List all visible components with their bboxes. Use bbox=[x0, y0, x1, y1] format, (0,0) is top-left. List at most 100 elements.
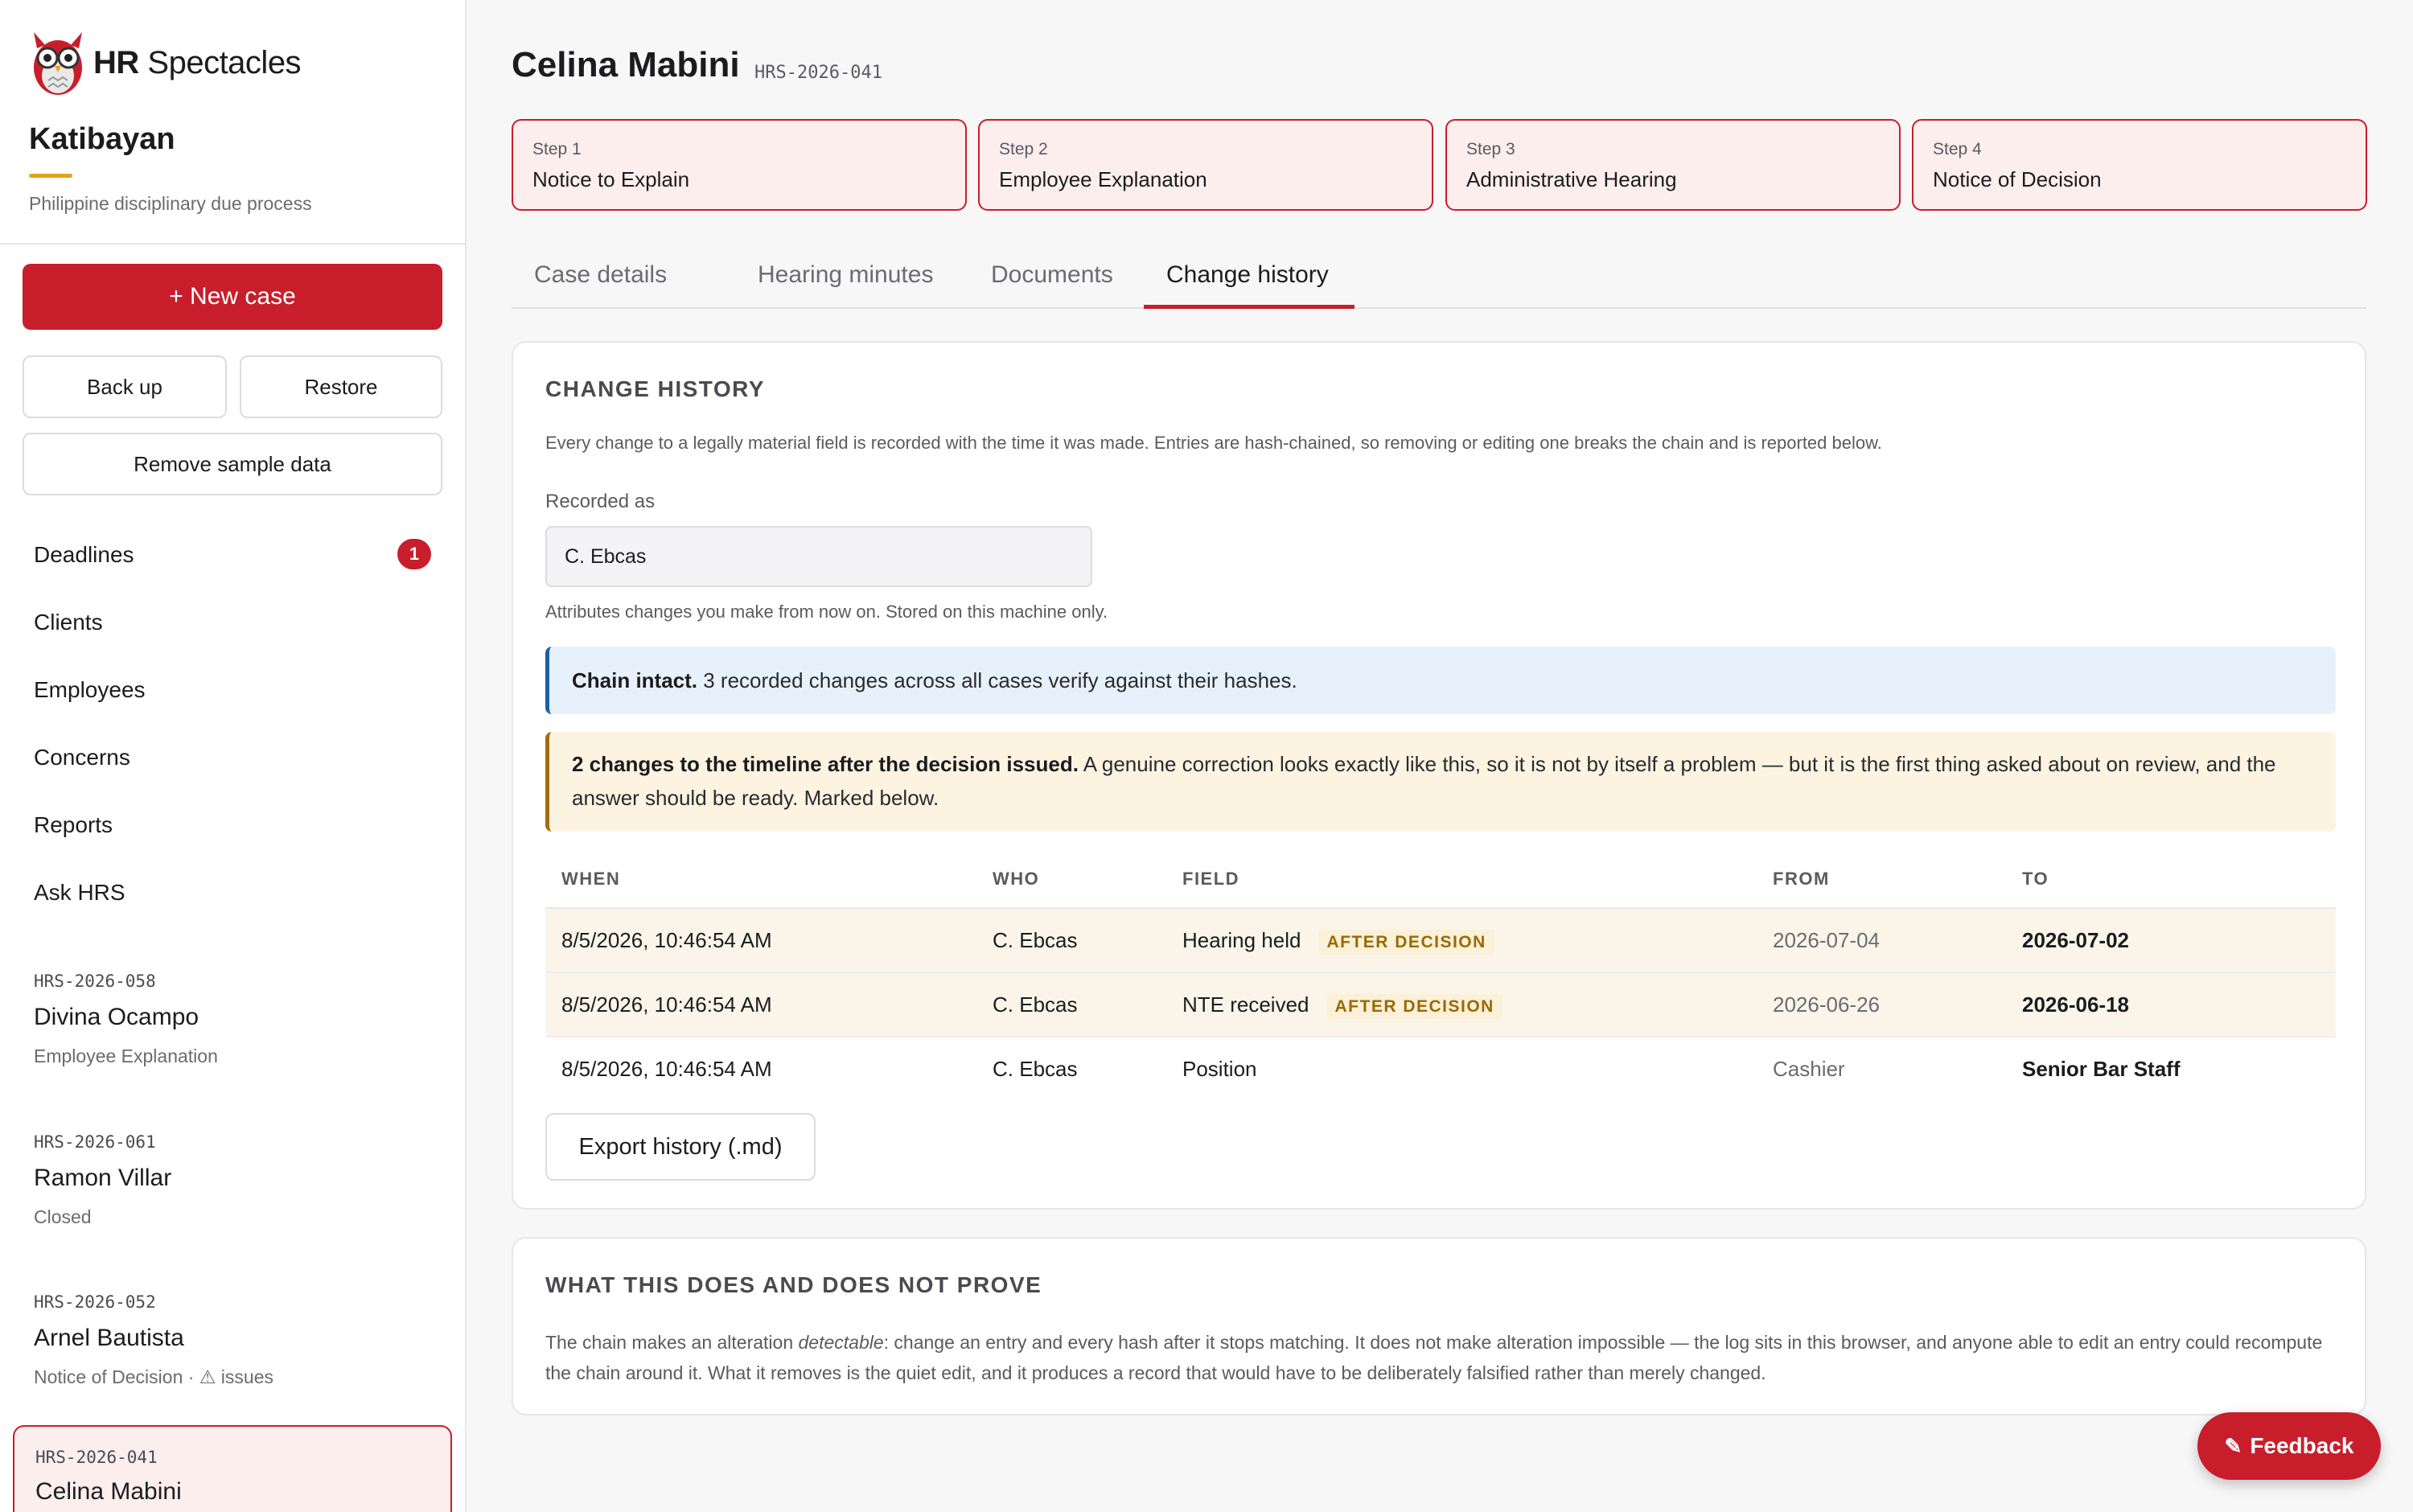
tab-documents[interactable]: Documents bbox=[991, 241, 1113, 309]
case-list-item[interactable]: HRS-2026-052 Arnel Bautista Notice of De… bbox=[13, 1278, 452, 1415]
case-id: HRS-2026-041 bbox=[35, 1448, 158, 1467]
sidebar-item-label: Employees bbox=[34, 677, 146, 702]
cell-to: Senior Bar Staff bbox=[2022, 1057, 2181, 1081]
cell-when: 8/5/2026, 10:46:54 AM bbox=[561, 1057, 772, 1081]
cell-field: Position bbox=[1182, 1057, 1257, 1081]
step-number: Step 2 bbox=[999, 140, 1048, 158]
change-history-card: Change history Every change to a legally… bbox=[512, 341, 2366, 1210]
sidebar-nav: Deadlines 1 Clients Employees Concerns R… bbox=[0, 521, 465, 927]
step-label: Employee Explanation bbox=[999, 167, 1207, 191]
cell-to: 2026-06-18 bbox=[2022, 992, 2129, 1017]
col-who: Who bbox=[993, 869, 1040, 889]
recorded-as-label: Recorded as bbox=[545, 491, 656, 512]
field-name: Hearing held bbox=[1182, 928, 1301, 952]
case-list-item[interactable]: HRS-2026-058 Divina Ocampo Employee Expl… bbox=[13, 957, 452, 1094]
col-to: To bbox=[2022, 869, 2049, 889]
sidebar-item-clients[interactable]: Clients bbox=[0, 589, 465, 656]
cell-when: 8/5/2026, 10:46:54 AM bbox=[561, 992, 772, 1017]
step-1-card[interactable]: Step 1 Notice to Explain bbox=[512, 119, 967, 211]
sidebar-item-reports[interactable]: Reports bbox=[0, 791, 465, 859]
table-row[interactable]: 8/5/2026, 10:46:54 AM C. Ebcas Position … bbox=[545, 1037, 2336, 1102]
restore-button[interactable]: Restore bbox=[240, 355, 442, 418]
case-id: HRS-2026-061 bbox=[34, 1132, 156, 1152]
sidebar-item-label: Ask HRS bbox=[34, 880, 125, 905]
cell-who: C. Ebcas bbox=[993, 1057, 1078, 1081]
brand-name-rest: Spectacles bbox=[138, 44, 302, 80]
remove-sample-data-button[interactable]: Remove sample data bbox=[23, 433, 442, 495]
card-title: Change history bbox=[545, 376, 766, 401]
sidebar-item-label: Concerns bbox=[34, 745, 130, 770]
main-content: Celina Mabini HRS-2026-041 Step 1 Notice… bbox=[468, 0, 2413, 1512]
case-list-item[interactable]: HRS-2026-061 Ramon Villar Closed bbox=[13, 1118, 452, 1255]
sidebar-divider bbox=[0, 243, 465, 244]
sidebar-item-label: Clients bbox=[34, 610, 103, 635]
cell-from: Cashier bbox=[1773, 1057, 1845, 1081]
chain-status-alert: Chain intact. 3 recorded changes across … bbox=[545, 647, 2336, 714]
cell-to: 2026-07-02 bbox=[2022, 928, 2129, 952]
tab-case-details[interactable]: Case details bbox=[534, 241, 667, 309]
cell-who: C. Ebcas bbox=[993, 992, 1078, 1017]
sidebar-item-label: Reports bbox=[34, 812, 113, 837]
case-status: Notice of Decision · ⚠ issues bbox=[34, 1366, 274, 1387]
alert-bold: 2 changes to the timeline after the deci… bbox=[572, 752, 1079, 776]
case-id: HRS-2026-052 bbox=[34, 1292, 156, 1312]
sidebar-item-ask-hrs[interactable]: Ask HRS bbox=[0, 859, 465, 927]
card-title: What this does and does not prove bbox=[545, 1272, 1042, 1297]
feedback-button[interactable]: ✎ Feedback bbox=[2197, 1412, 2381, 1480]
after-decision-badge: After decision bbox=[1326, 994, 1502, 1019]
step-3-card[interactable]: Step 3 Administrative Hearing bbox=[1445, 119, 1901, 211]
brand-name-strong: HR bbox=[93, 44, 139, 80]
back-up-button[interactable]: Back up bbox=[23, 355, 227, 418]
sidebar: HR Spectacles Katibayan Philippine disci… bbox=[0, 0, 467, 1512]
case-list-item-active[interactable]: HRS-2026-041 Celina Mabini bbox=[13, 1425, 452, 1512]
sidebar-item-label: Deadlines bbox=[34, 542, 134, 567]
after-decision-badge: After decision bbox=[1318, 930, 1494, 955]
col-from: From bbox=[1773, 869, 1830, 889]
cell-from: 2026-07-04 bbox=[1773, 928, 1880, 952]
table-row[interactable]: 8/5/2026, 10:46:54 AM C. Ebcas Hearing h… bbox=[545, 909, 2336, 973]
text-part: The chain makes an alteration bbox=[545, 1332, 799, 1353]
cell-when: 8/5/2026, 10:46:54 AM bbox=[561, 928, 772, 952]
tab-change-history[interactable]: Change history bbox=[1166, 241, 1329, 309]
cell-field: Hearing held After decision bbox=[1182, 928, 1494, 955]
case-id: HRS-2026-058 bbox=[34, 972, 156, 991]
sidebar-item-deadlines[interactable]: Deadlines 1 bbox=[0, 521, 465, 589]
case-employee-name: Ramon Villar bbox=[34, 1165, 172, 1191]
recorded-as-input[interactable] bbox=[545, 526, 1092, 587]
sidebar-item-concerns[interactable]: Concerns bbox=[0, 724, 465, 791]
col-field: Field bbox=[1182, 869, 1240, 889]
cell-who: C. Ebcas bbox=[993, 928, 1078, 952]
text-emphasis: detectable bbox=[798, 1332, 884, 1353]
case-employee-name: Divina Ocampo bbox=[34, 1004, 199, 1030]
card-description: Every change to a legally material field… bbox=[545, 433, 1882, 453]
cell-from: 2026-06-26 bbox=[1773, 992, 1880, 1017]
export-history-button[interactable]: Export history (.md) bbox=[545, 1113, 816, 1181]
brand[interactable]: HR Spectacles bbox=[27, 27, 302, 98]
card-description: The chain makes an alteration detectable… bbox=[545, 1327, 2331, 1388]
step-label: Administrative Hearing bbox=[1466, 167, 1677, 191]
proof-explainer-card: What this does and does not prove The ch… bbox=[512, 1237, 2366, 1415]
case-code: HRS-2026-041 bbox=[754, 63, 882, 83]
step-2-card[interactable]: Step 2 Employee Explanation bbox=[978, 119, 1433, 211]
post-decision-warning: 2 changes to the timeline after the deci… bbox=[545, 732, 2336, 832]
active-tab-indicator bbox=[1144, 305, 1354, 309]
case-employee-name: Celina Mabini bbox=[35, 1478, 182, 1505]
step-4-card[interactable]: Step 4 Notice of Decision bbox=[1912, 119, 2367, 211]
org-underline bbox=[29, 174, 72, 178]
new-case-button[interactable]: + New case bbox=[23, 264, 442, 330]
deadlines-count-badge: 1 bbox=[397, 539, 431, 569]
recorded-as-hint: Attributes changes you make from now on.… bbox=[545, 602, 1108, 622]
col-when: When bbox=[561, 869, 621, 889]
alert-text: 3 recorded changes across all cases veri… bbox=[697, 668, 1297, 692]
owl-logo-icon bbox=[34, 32, 82, 95]
cell-field: NTE received After decision bbox=[1182, 992, 1502, 1019]
sidebar-item-employees[interactable]: Employees bbox=[0, 656, 465, 724]
page-title: Celina Mabini bbox=[512, 45, 740, 84]
case-status: Employee Explanation bbox=[34, 1046, 218, 1066]
case-status: Closed bbox=[34, 1206, 92, 1227]
tab-bar: Case details Hearing minutes Documents C… bbox=[512, 241, 2366, 309]
process-steps: Step 1 Notice to Explain Step 2 Employee… bbox=[512, 119, 2367, 211]
org-name: Katibayan bbox=[29, 122, 175, 156]
tab-hearing-minutes[interactable]: Hearing minutes bbox=[758, 241, 933, 309]
table-row[interactable]: 8/5/2026, 10:46:54 AM C. Ebcas NTE recei… bbox=[545, 973, 2336, 1037]
